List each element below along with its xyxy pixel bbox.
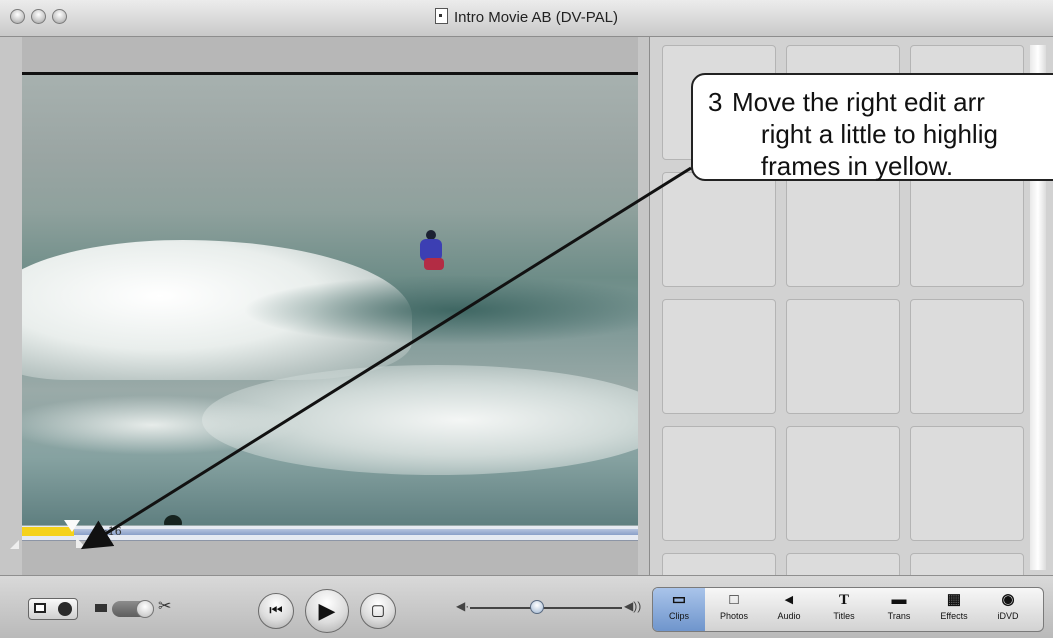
fullscreen-icon: ▢ bbox=[370, 602, 386, 619]
effects-icon: ▦ bbox=[946, 591, 962, 608]
volume-high-icon: ◀)) bbox=[624, 599, 642, 613]
fullscreen-play-button[interactable]: ▢ bbox=[360, 593, 396, 629]
callout-arrow bbox=[80, 166, 692, 550]
imovie-window: Intro Movie AB (DV-PAL) 0:16 bbox=[0, 0, 1053, 638]
clips-pane-button[interactable]: ▭ Clips bbox=[653, 588, 705, 631]
titles-label: Titles bbox=[833, 611, 855, 621]
photos-pane-button[interactable]: □ Photos bbox=[708, 588, 760, 631]
play-icon: ▶ bbox=[318, 598, 336, 623]
rewind-button[interactable]: ⏮ bbox=[258, 593, 294, 629]
volume-slider-knob[interactable] bbox=[530, 600, 544, 614]
camera-icon bbox=[95, 604, 107, 612]
clip-view-icon[interactable] bbox=[34, 603, 46, 613]
audio-label: Audio bbox=[777, 611, 801, 621]
trans-pane-button[interactable]: ▬ Trans bbox=[873, 588, 925, 631]
effects-pane-button[interactable]: ▦ Effects bbox=[928, 588, 980, 631]
idvd-pane-button[interactable]: ◉ iDVD bbox=[983, 588, 1033, 631]
clips-icon: ▭ bbox=[671, 591, 687, 608]
scissors-icon: ✂ bbox=[158, 598, 172, 615]
titles-pane-button[interactable]: T Titles bbox=[818, 588, 870, 631]
volume-slider-track[interactable] bbox=[470, 607, 622, 609]
transitions-icon: ▬ bbox=[891, 591, 907, 608]
volume-low-icon: ◀· bbox=[456, 599, 470, 613]
idvd-label: iDVD bbox=[997, 611, 1019, 621]
titles-icon: T bbox=[838, 592, 849, 608]
play-button[interactable]: ▶ bbox=[305, 589, 349, 633]
timeline-view-icon[interactable] bbox=[58, 602, 72, 616]
photos-icon: □ bbox=[729, 591, 739, 608]
photos-label: Photos bbox=[719, 611, 749, 621]
switch-knob[interactable] bbox=[136, 600, 154, 618]
clips-label: Clips bbox=[668, 611, 689, 621]
effects-label: Effects bbox=[940, 611, 968, 621]
audio-icon: ◂ bbox=[785, 591, 793, 608]
rewind-icon: ⏮ bbox=[269, 602, 283, 619]
view-mode-toggle[interactable] bbox=[28, 598, 78, 620]
idvd-icon: ◉ bbox=[1001, 591, 1015, 608]
trans-label: Trans bbox=[887, 611, 911, 621]
audio-pane-button[interactable]: ◂ Audio bbox=[763, 588, 815, 631]
